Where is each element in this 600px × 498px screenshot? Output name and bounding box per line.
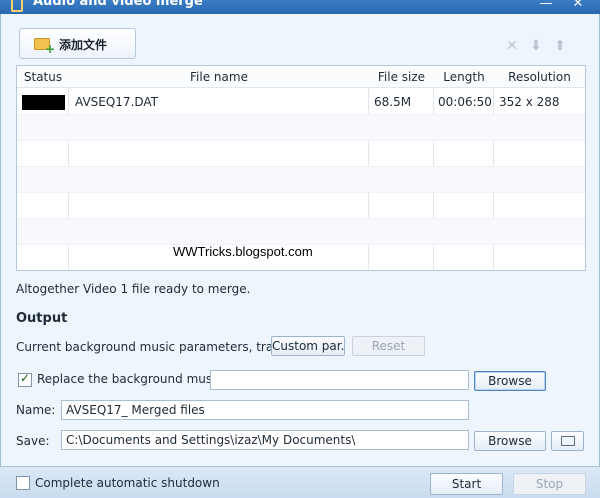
cell-resolution: 352 x 288 bbox=[499, 95, 560, 109]
watermark-text: WWTricks.blogspot.com bbox=[173, 244, 313, 259]
status-indicator bbox=[22, 95, 65, 110]
custom-params-button[interactable]: Custom par... bbox=[271, 336, 345, 356]
header-file-name[interactable]: File name bbox=[69, 70, 369, 84]
cell-file-name: AVSEQ17.DAT bbox=[75, 95, 159, 109]
table-row-empty bbox=[17, 141, 585, 167]
minimize-button[interactable]: — bbox=[537, 0, 555, 12]
table-header: Status File name File size Length Resolu… bbox=[17, 66, 585, 88]
auto-shutdown-checkbox[interactable] bbox=[16, 476, 30, 490]
folder-icon bbox=[560, 436, 575, 446]
app-icon bbox=[11, 0, 23, 12]
browse-bg-music-button[interactable]: Browse bbox=[474, 371, 546, 391]
table-row-empty bbox=[17, 167, 585, 193]
delete-icon[interactable]: ✕ bbox=[504, 38, 520, 54]
browse-save-button[interactable]: Browse bbox=[474, 431, 546, 451]
replace-bg-music-checkbox[interactable] bbox=[18, 371, 32, 387]
add-folder-icon bbox=[34, 38, 55, 56]
bg-music-field[interactable] bbox=[210, 370, 469, 390]
bg-music-params-label: Current background music parameters, tra… bbox=[16, 340, 293, 354]
header-status[interactable]: Status bbox=[17, 70, 69, 84]
open-folder-button[interactable] bbox=[551, 431, 584, 451]
window-title: Audio and video merge bbox=[33, 0, 203, 9]
auto-shutdown-label: Complete automatic shutdown bbox=[35, 476, 220, 490]
file-table: Status File name File size Length Resolu… bbox=[16, 65, 586, 271]
name-input[interactable]: AVSEQ17_ Merged files bbox=[61, 400, 469, 420]
cell-length: 00:06:50 bbox=[438, 95, 492, 109]
header-resolution[interactable]: Resolution bbox=[494, 70, 585, 84]
main-panel: 添加文件 ✕ ⬇ ⬆ Status File name File size Le… bbox=[0, 14, 600, 466]
start-button[interactable]: Start bbox=[430, 473, 503, 495]
reset-button[interactable]: Reset bbox=[352, 336, 425, 356]
close-button[interactable]: ✕ bbox=[569, 0, 587, 12]
replace-bg-music-label: Replace the background music bbox=[37, 372, 223, 386]
move-up-icon[interactable]: ⬆ bbox=[552, 38, 568, 54]
stop-button[interactable]: Stop bbox=[513, 473, 586, 495]
cell-file-size: 68.5M bbox=[374, 95, 412, 109]
table-row-empty bbox=[17, 219, 585, 245]
title-bar: Audio and video merge — ✕ bbox=[0, 0, 600, 14]
add-file-button[interactable]: 添加文件 bbox=[19, 28, 136, 59]
move-down-icon[interactable]: ⬇ bbox=[528, 38, 544, 54]
output-title: Output bbox=[16, 311, 68, 326]
table-row-empty bbox=[17, 193, 585, 219]
status-message: Altogether Video 1 file ready to merge. bbox=[16, 282, 251, 296]
table-row[interactable]: AVSEQ17.DAT 68.5M 00:06:50 352 x 288 bbox=[17, 89, 585, 115]
save-label: Save: bbox=[16, 434, 50, 448]
header-file-size[interactable]: File size bbox=[369, 70, 434, 84]
header-length[interactable]: Length bbox=[434, 70, 494, 84]
name-label: Name: bbox=[16, 403, 56, 417]
save-path-input[interactable]: C:\Documents and Settings\izaz\My Docume… bbox=[61, 430, 469, 450]
add-file-label: 添加文件 bbox=[59, 38, 108, 52]
table-row-empty bbox=[17, 115, 585, 141]
footer-bar: Complete automatic shutdown Start Stop bbox=[0, 466, 600, 498]
